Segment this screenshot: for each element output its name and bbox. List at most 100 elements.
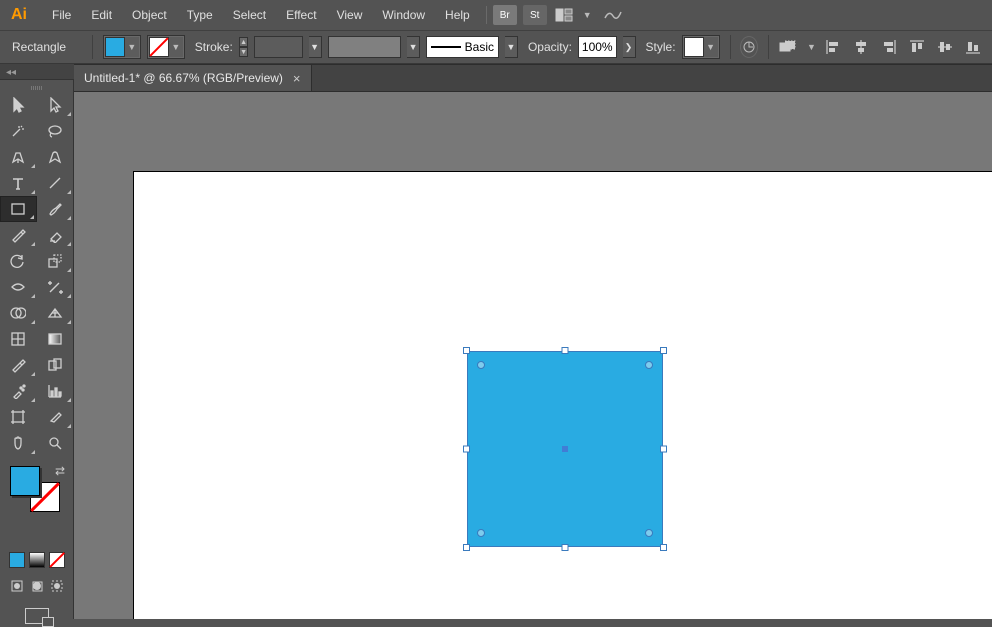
- eyedropper-tool[interactable]: [0, 352, 37, 378]
- curvature-tool[interactable]: [37, 144, 74, 170]
- draw-normal-icon[interactable]: [9, 578, 25, 594]
- arrange-documents-icon[interactable]: [553, 7, 575, 23]
- gradient-tool[interactable]: [37, 326, 74, 352]
- close-icon[interactable]: ×: [293, 71, 301, 86]
- type-tool[interactable]: [0, 170, 37, 196]
- bridge-icon[interactable]: Br: [493, 5, 517, 25]
- paintbrush-tool[interactable]: [37, 196, 74, 222]
- menu-help[interactable]: Help: [435, 2, 480, 28]
- lasso-tool[interactable]: [37, 118, 74, 144]
- stroke-weight-field[interactable]: [254, 36, 302, 58]
- pen-tool[interactable]: [0, 144, 37, 170]
- draw-behind-icon[interactable]: [29, 578, 45, 594]
- align-bottom-icon[interactable]: [962, 36, 984, 58]
- selection-tool[interactable]: [0, 92, 37, 118]
- selected-rectangle[interactable]: [463, 347, 667, 551]
- none-mode-icon[interactable]: [49, 552, 65, 568]
- free-transform-tool[interactable]: [37, 274, 74, 300]
- app-logo: Ai: [4, 0, 34, 30]
- stroke-weight-dropdown[interactable]: ▼: [309, 36, 322, 58]
- menu-view[interactable]: View: [327, 2, 373, 28]
- transform-panel-icon[interactable]: [779, 36, 797, 58]
- drag-handle[interactable]: [0, 84, 73, 92]
- style-label: Style:: [646, 40, 676, 54]
- stroke-weight-spinner[interactable]: ▲▼: [239, 37, 249, 57]
- brush-definition[interactable]: Basic: [426, 36, 499, 58]
- recolor-artwork-icon[interactable]: [740, 36, 758, 58]
- align-vcenter-icon[interactable]: [934, 36, 956, 58]
- document-tab-title: Untitled-1* @ 66.67% (RGB/Preview): [84, 71, 283, 85]
- menu-edit[interactable]: Edit: [81, 2, 122, 28]
- opacity-field[interactable]: 100%: [578, 36, 617, 58]
- pencil-tool[interactable]: [0, 222, 37, 248]
- width-tool[interactable]: [0, 274, 37, 300]
- canvas-area[interactable]: [74, 92, 992, 619]
- slice-tool[interactable]: [37, 404, 74, 430]
- zoom-tool[interactable]: [37, 430, 74, 456]
- align-right-icon[interactable]: [878, 36, 900, 58]
- rectangle-tool[interactable]: [0, 196, 37, 222]
- direct-selection-tool[interactable]: [37, 92, 74, 118]
- rotate-tool[interactable]: [0, 248, 37, 274]
- handle-bm[interactable]: [562, 544, 569, 551]
- corner-widget-tl[interactable]: [477, 361, 485, 369]
- blend-tool[interactable]: [37, 352, 74, 378]
- stroke-label: Stroke:: [195, 40, 233, 54]
- document-tab[interactable]: Untitled-1* @ 66.67% (RGB/Preview) ×: [74, 65, 312, 91]
- handle-ml[interactable]: [463, 446, 470, 453]
- fill-stroke-proxy[interactable]: ⇄: [0, 462, 73, 518]
- draw-inside-icon[interactable]: [49, 578, 65, 594]
- graphic-style[interactable]: ▼: [682, 35, 720, 59]
- symbol-sprayer-tool[interactable]: [0, 378, 37, 404]
- align-left-icon[interactable]: [822, 36, 844, 58]
- stock-icon[interactable]: St: [523, 5, 547, 25]
- variable-width-dropdown[interactable]: ▼: [407, 36, 420, 58]
- chevron-down-icon[interactable]: ▼: [583, 10, 592, 20]
- handle-tl[interactable]: [463, 347, 470, 354]
- document-tab-bar: Untitled-1* @ 66.67% (RGB/Preview) ×: [74, 64, 992, 92]
- corner-widget-tr[interactable]: [645, 361, 653, 369]
- fill-swatch[interactable]: ▼: [103, 35, 141, 59]
- menu-select[interactable]: Select: [223, 2, 276, 28]
- align-hcenter-icon[interactable]: [850, 36, 872, 58]
- stroke-swatch[interactable]: ▼: [147, 35, 185, 59]
- menu-object[interactable]: Object: [122, 2, 177, 28]
- selection-name: Rectangle: [8, 40, 82, 54]
- magic-wand-tool[interactable]: [0, 118, 37, 144]
- hand-tool[interactable]: [0, 430, 37, 456]
- menubar: Ai File Edit Object Type Select Effect V…: [0, 0, 992, 30]
- swap-fill-stroke-icon[interactable]: ⇄: [55, 464, 65, 478]
- handle-tm[interactable]: [562, 347, 569, 354]
- tools-panel: ⇄: [0, 80, 74, 619]
- corner-widget-br[interactable]: [645, 529, 653, 537]
- eraser-tool[interactable]: [37, 222, 74, 248]
- opacity-dropdown[interactable]: ❯: [623, 36, 636, 58]
- align-top-icon[interactable]: [906, 36, 928, 58]
- perspective-grid-tool[interactable]: [37, 300, 74, 326]
- menu-window[interactable]: Window: [372, 2, 435, 28]
- shape-builder-tool[interactable]: [0, 300, 37, 326]
- column-graph-tool[interactable]: [37, 378, 74, 404]
- gpu-preview-icon[interactable]: [602, 7, 624, 23]
- chevron-down-icon[interactable]: ▼: [807, 42, 816, 52]
- line-segment-tool[interactable]: [37, 170, 74, 196]
- gradient-mode-icon[interactable]: [29, 552, 45, 568]
- variable-width-profile[interactable]: [328, 36, 402, 58]
- menu-file[interactable]: File: [42, 2, 81, 28]
- handle-br[interactable]: [660, 544, 667, 551]
- handle-tr[interactable]: [660, 347, 667, 354]
- menu-effect[interactable]: Effect: [276, 2, 326, 28]
- corner-widget-bl[interactable]: [477, 529, 485, 537]
- brush-definition-dropdown[interactable]: ▼: [505, 36, 518, 58]
- scale-tool[interactable]: [37, 248, 74, 274]
- artboard-tool[interactable]: [0, 404, 37, 430]
- collapse-chevron-icon[interactable]: ◂◂: [0, 66, 22, 79]
- mesh-tool[interactable]: [0, 326, 37, 352]
- menu-type[interactable]: Type: [177, 2, 223, 28]
- screen-mode-icon[interactable]: [25, 608, 49, 624]
- center-point[interactable]: [562, 446, 568, 452]
- fill-proxy[interactable]: [10, 466, 40, 496]
- handle-bl[interactable]: [463, 544, 470, 551]
- color-mode-icon[interactable]: [9, 552, 25, 568]
- handle-mr[interactable]: [660, 446, 667, 453]
